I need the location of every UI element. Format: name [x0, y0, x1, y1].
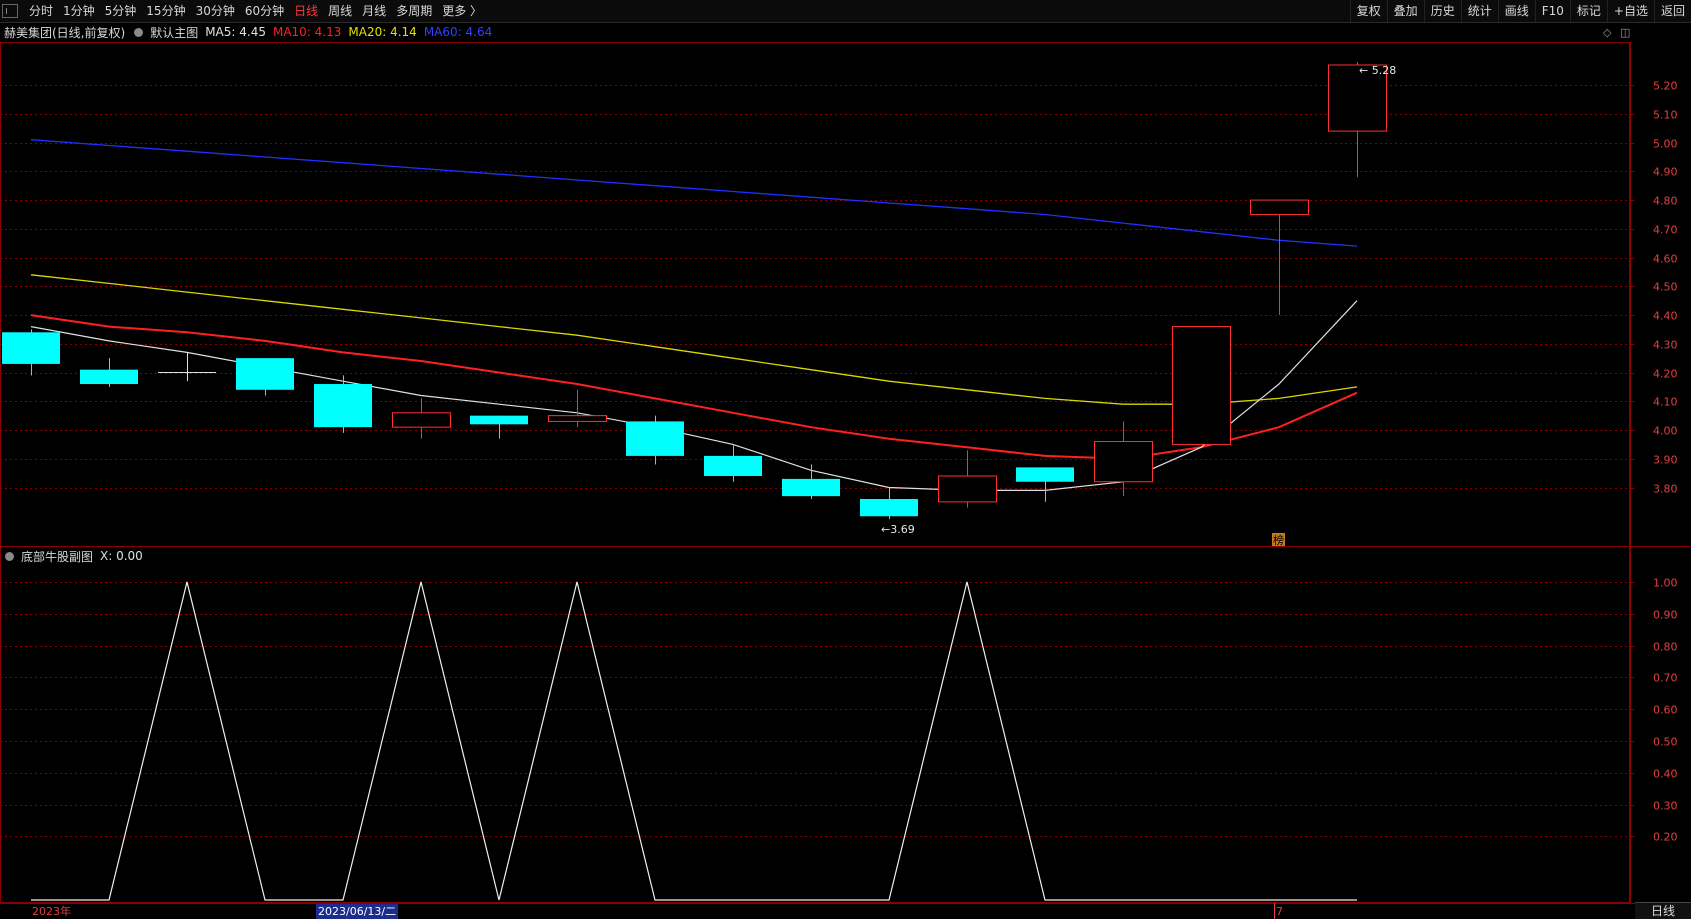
main-tick-label: 4.00: [1653, 425, 1678, 438]
candle-body: [626, 421, 684, 456]
candle-body: [704, 455, 762, 477]
ma20-line: [30, 274, 1358, 405]
main-tick-label: 5.00: [1653, 138, 1678, 151]
sub-tick-label: 0.90: [1653, 609, 1678, 622]
badge-label: 榜: [1273, 533, 1284, 547]
candle-body: [314, 384, 372, 428]
main-tick-label: 4.30: [1653, 339, 1678, 352]
candle-body: [782, 478, 840, 497]
ma10-line: [30, 314, 1358, 460]
main-tick-label: 4.60: [1653, 253, 1678, 266]
cursor-date-label: 2023/06/13/二: [316, 904, 399, 919]
ma5-line: [30, 300, 1358, 491]
year-label: 2023年: [32, 905, 71, 918]
main-tick-label: 4.20: [1653, 368, 1678, 381]
high-price-marker: ← 5.28: [1359, 64, 1396, 77]
sub-tick-label: 0.30: [1653, 800, 1678, 813]
candle-body: [1016, 467, 1074, 482]
candle-body: [1094, 441, 1153, 483]
month-label: 7: [1276, 905, 1283, 918]
main-tick-label: 5.10: [1653, 109, 1678, 122]
sub-tick-label: 1.00: [1653, 577, 1678, 590]
sub-tick-label: 0.80: [1653, 641, 1678, 654]
main-tick-label: 3.80: [1653, 483, 1678, 496]
main-tick-label: 5.20: [1653, 80, 1678, 93]
ma60-line: [30, 139, 1358, 247]
main-tick-label: 4.80: [1653, 195, 1678, 208]
main-tick-label: 4.40: [1653, 310, 1678, 323]
sub-tick-label: 0.60: [1653, 704, 1678, 717]
main-tick-label: 3.90: [1653, 454, 1678, 467]
sub-indicator-line: [31, 581, 1357, 901]
main-tick-label: 4.10: [1653, 396, 1678, 409]
sub-tick-label: 0.70: [1653, 672, 1678, 685]
main-tick-label: 4.50: [1653, 281, 1678, 294]
candle-body: [470, 415, 528, 425]
candle-body: [236, 358, 294, 390]
candle-body: [548, 415, 607, 422]
candle-body: [2, 332, 60, 364]
sub-tick-label: 0.20: [1653, 831, 1678, 844]
main-tick-label: 4.90: [1653, 166, 1678, 179]
low-price-marker: ←3.69: [881, 523, 915, 536]
sub-tick-label: 0.50: [1653, 736, 1678, 749]
candle-body: [1250, 199, 1309, 215]
chart-canvas[interactable]: 3.80 3.90 4.00 4.10 4.20 4.30 4.40 4.50 4.60 4.70…: [0, 0, 1691, 919]
candle-body: [938, 475, 997, 503]
candle-body: [392, 412, 451, 428]
candle-body: [1172, 326, 1231, 445]
candle-body: [860, 499, 918, 517]
candle-body: [80, 369, 138, 385]
main-tick-label: 4.70: [1653, 224, 1678, 237]
period-tag[interactable]: 日线: [1635, 902, 1691, 919]
sub-tick-label: 0.40: [1653, 768, 1678, 781]
